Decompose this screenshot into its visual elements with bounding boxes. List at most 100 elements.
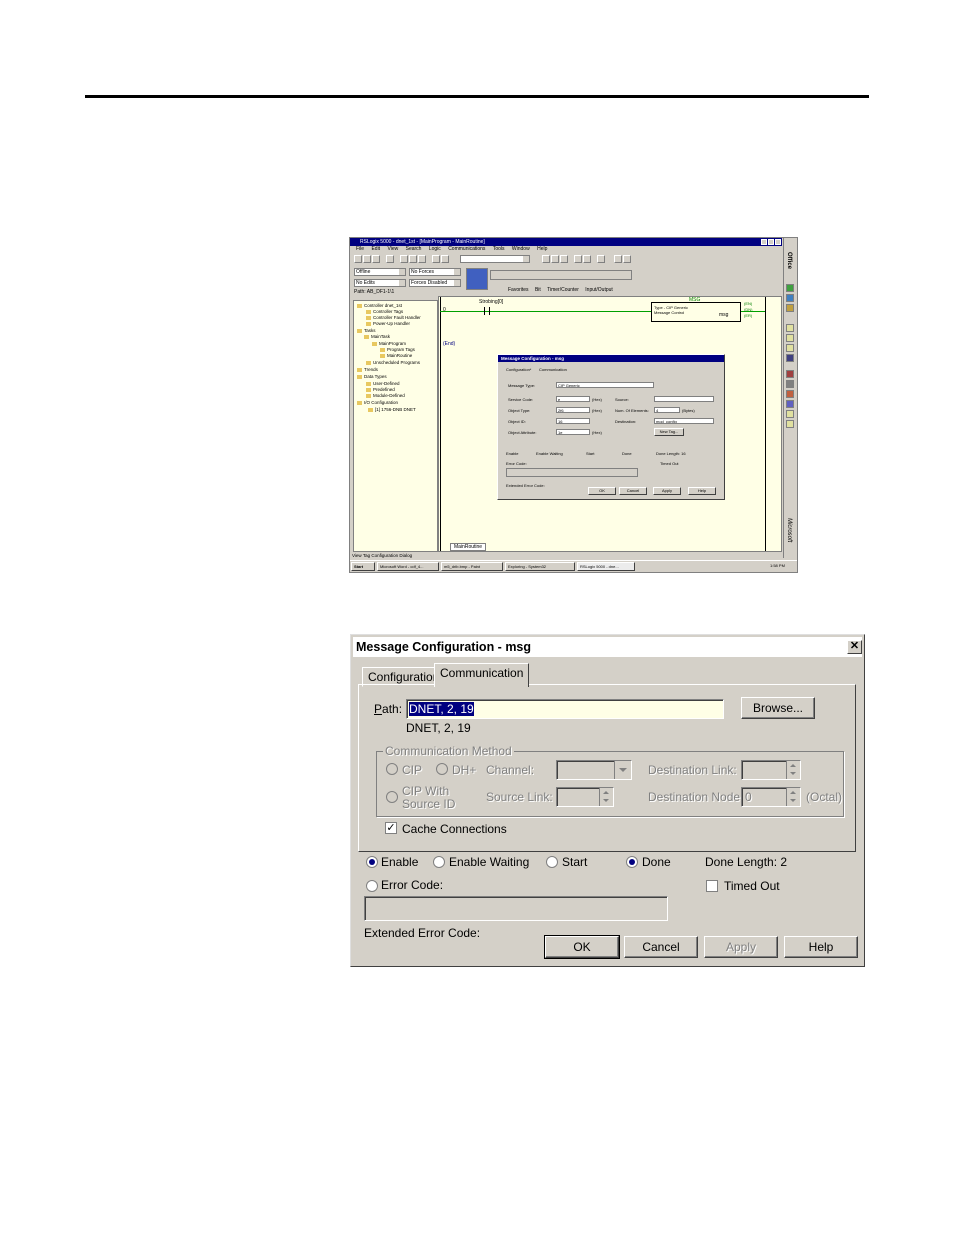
tree-item[interactable]: Power-Up Handler — [366, 321, 410, 326]
task-paint[interactable]: m5_drib.bmp - Paint — [441, 562, 503, 571]
edits-combo[interactable]: No Edits — [354, 279, 406, 287]
undo-icon[interactable] — [432, 255, 440, 263]
open-icon[interactable] — [363, 255, 371, 263]
menu-file[interactable]: File — [356, 246, 364, 252]
office-app-icon[interactable] — [786, 370, 794, 378]
tree-item[interactable]: [1] 1756-DNB DNET — [368, 407, 416, 412]
start-button[interactable]: Start — [351, 562, 375, 571]
close-button[interactable]: ✕ — [847, 640, 862, 654]
mini-object-id[interactable]: 16 — [556, 418, 590, 424]
menu-logic[interactable]: Logic — [429, 246, 441, 252]
path-input[interactable]: DNET, 2, 19 — [406, 699, 724, 719]
verify-icon[interactable] — [542, 255, 550, 263]
cancel-button[interactable]: Cancel — [624, 936, 698, 958]
tree-item[interactable]: User-Defined — [366, 381, 400, 386]
mini-apply-button[interactable]: Apply — [653, 487, 681, 495]
office-app-icon[interactable] — [786, 304, 794, 312]
search-combo[interactable] — [460, 255, 530, 263]
new-icon[interactable] — [354, 255, 362, 263]
source-link-stepper[interactable] — [556, 787, 614, 807]
mode-combo[interactable]: Offline — [354, 268, 406, 276]
tab-timer-counter[interactable]: Timer/Counter — [547, 287, 579, 293]
destination-link-stepper[interactable] — [741, 760, 801, 780]
mini-ok-button[interactable]: OK — [588, 487, 616, 495]
cip-with-source-id-radio[interactable] — [386, 791, 398, 803]
mini-num-elements[interactable]: 4 — [654, 407, 680, 413]
office-app-icon[interactable] — [786, 354, 794, 362]
redo-icon[interactable] — [441, 255, 449, 263]
menu-window[interactable]: Window — [512, 246, 530, 252]
tree-item[interactable]: MainProgram — [372, 341, 406, 346]
tree-item[interactable]: Controller dnet_1st — [357, 303, 402, 308]
office-app-icon[interactable] — [786, 324, 794, 332]
sheet-tab[interactable]: MainRoutine — [450, 543, 487, 551]
office-app-icon[interactable] — [786, 410, 794, 418]
spin-icon[interactable] — [786, 788, 800, 806]
mini-object-attribute[interactable]: 1e — [556, 429, 590, 435]
mini-help-button[interactable]: Help — [688, 487, 716, 495]
print-icon[interactable] — [386, 255, 394, 263]
office-app-icon[interactable] — [786, 334, 794, 342]
tree-item[interactable]: Predefined — [366, 387, 395, 392]
office-app-icon[interactable] — [786, 344, 794, 352]
mini-destination[interactable]: mod_config — [654, 418, 714, 424]
zoom-out-icon[interactable] — [623, 255, 631, 263]
tab-communication[interactable]: Communication — [434, 663, 530, 687]
cut-icon[interactable] — [400, 255, 408, 263]
mini-cancel-button[interactable]: Cancel — [619, 487, 647, 495]
office-app-icon[interactable] — [786, 400, 794, 408]
task-explorer[interactable]: Exploring - System32 — [505, 562, 575, 571]
apply-button[interactable]: Apply — [704, 936, 778, 958]
menu-edit[interactable]: Edit — [371, 246, 380, 252]
tab-input-output[interactable]: Input/Output — [585, 287, 613, 293]
forces-combo[interactable]: No Forces — [409, 268, 461, 276]
office-app-icon[interactable] — [786, 390, 794, 398]
zoom-in-icon[interactable] — [614, 255, 622, 263]
office-app-icon[interactable] — [786, 284, 794, 292]
mini-tab-communication[interactable]: Communication — [539, 367, 567, 372]
ok-button[interactable]: OK — [544, 935, 620, 959]
tool-icon[interactable] — [551, 255, 559, 263]
mini-tab-configuration[interactable]: Configuration* — [506, 367, 531, 372]
tree-item[interactable]: Module-Defined — [366, 393, 405, 398]
tool-icon[interactable] — [583, 255, 591, 263]
tree-item[interactable]: Trends — [357, 367, 378, 372]
menu-help[interactable]: Help — [537, 246, 547, 252]
save-icon[interactable] — [372, 255, 380, 263]
tree-item[interactable]: Controller Tags — [366, 309, 403, 314]
tree-item[interactable]: Data Types — [357, 374, 387, 379]
mini-service-code[interactable]: e — [556, 396, 590, 402]
destination-node-stepper[interactable]: 0 — [741, 787, 801, 807]
tree-item[interactable]: MainRoutine — [380, 353, 412, 358]
minimize-icon[interactable] — [761, 239, 767, 245]
maximize-icon[interactable] — [768, 239, 774, 245]
contact-icon[interactable] — [484, 307, 490, 315]
mini-message-type[interactable]: CIP Generic — [556, 382, 654, 388]
cache-connections-checkbox[interactable]: ✓ — [385, 822, 397, 834]
cip-radio[interactable] — [386, 763, 398, 775]
mini-source[interactable] — [654, 396, 714, 402]
channel-select[interactable] — [556, 760, 632, 780]
mini-object-type[interactable]: 2f6 — [556, 407, 590, 413]
tool-icon[interactable] — [560, 255, 568, 263]
tab-favorites[interactable]: Favorites — [508, 287, 529, 293]
copy-icon[interactable] — [409, 255, 417, 263]
mini-new-tag-button[interactable]: New Tag... — [654, 428, 684, 436]
menu-tools[interactable]: Tools — [493, 246, 505, 252]
tree-item[interactable]: Tasks — [357, 328, 376, 333]
task-rslogix[interactable]: RSLogix 5000 - dne... — [577, 562, 635, 571]
tree-item[interactable]: Program Tags — [380, 347, 415, 352]
menu-communications[interactable]: Communications — [448, 246, 485, 252]
spin-icon[interactable] — [786, 761, 800, 779]
menu-search[interactable]: Search — [406, 246, 422, 252]
tree-item[interactable]: Unscheduled Programs — [366, 360, 420, 365]
tree-item[interactable]: I/O Configuration — [357, 400, 398, 405]
menu-view[interactable]: View — [387, 246, 398, 252]
task-word[interactable]: Microsoft Word - cdf_4... — [377, 562, 439, 571]
office-app-icon[interactable] — [786, 380, 794, 388]
close-icon[interactable] — [775, 239, 781, 245]
paste-icon[interactable] — [418, 255, 426, 263]
office-app-icon[interactable] — [786, 294, 794, 302]
tree-item[interactable]: Controller Fault Handler — [366, 315, 421, 320]
help-button[interactable]: Help — [784, 936, 858, 958]
